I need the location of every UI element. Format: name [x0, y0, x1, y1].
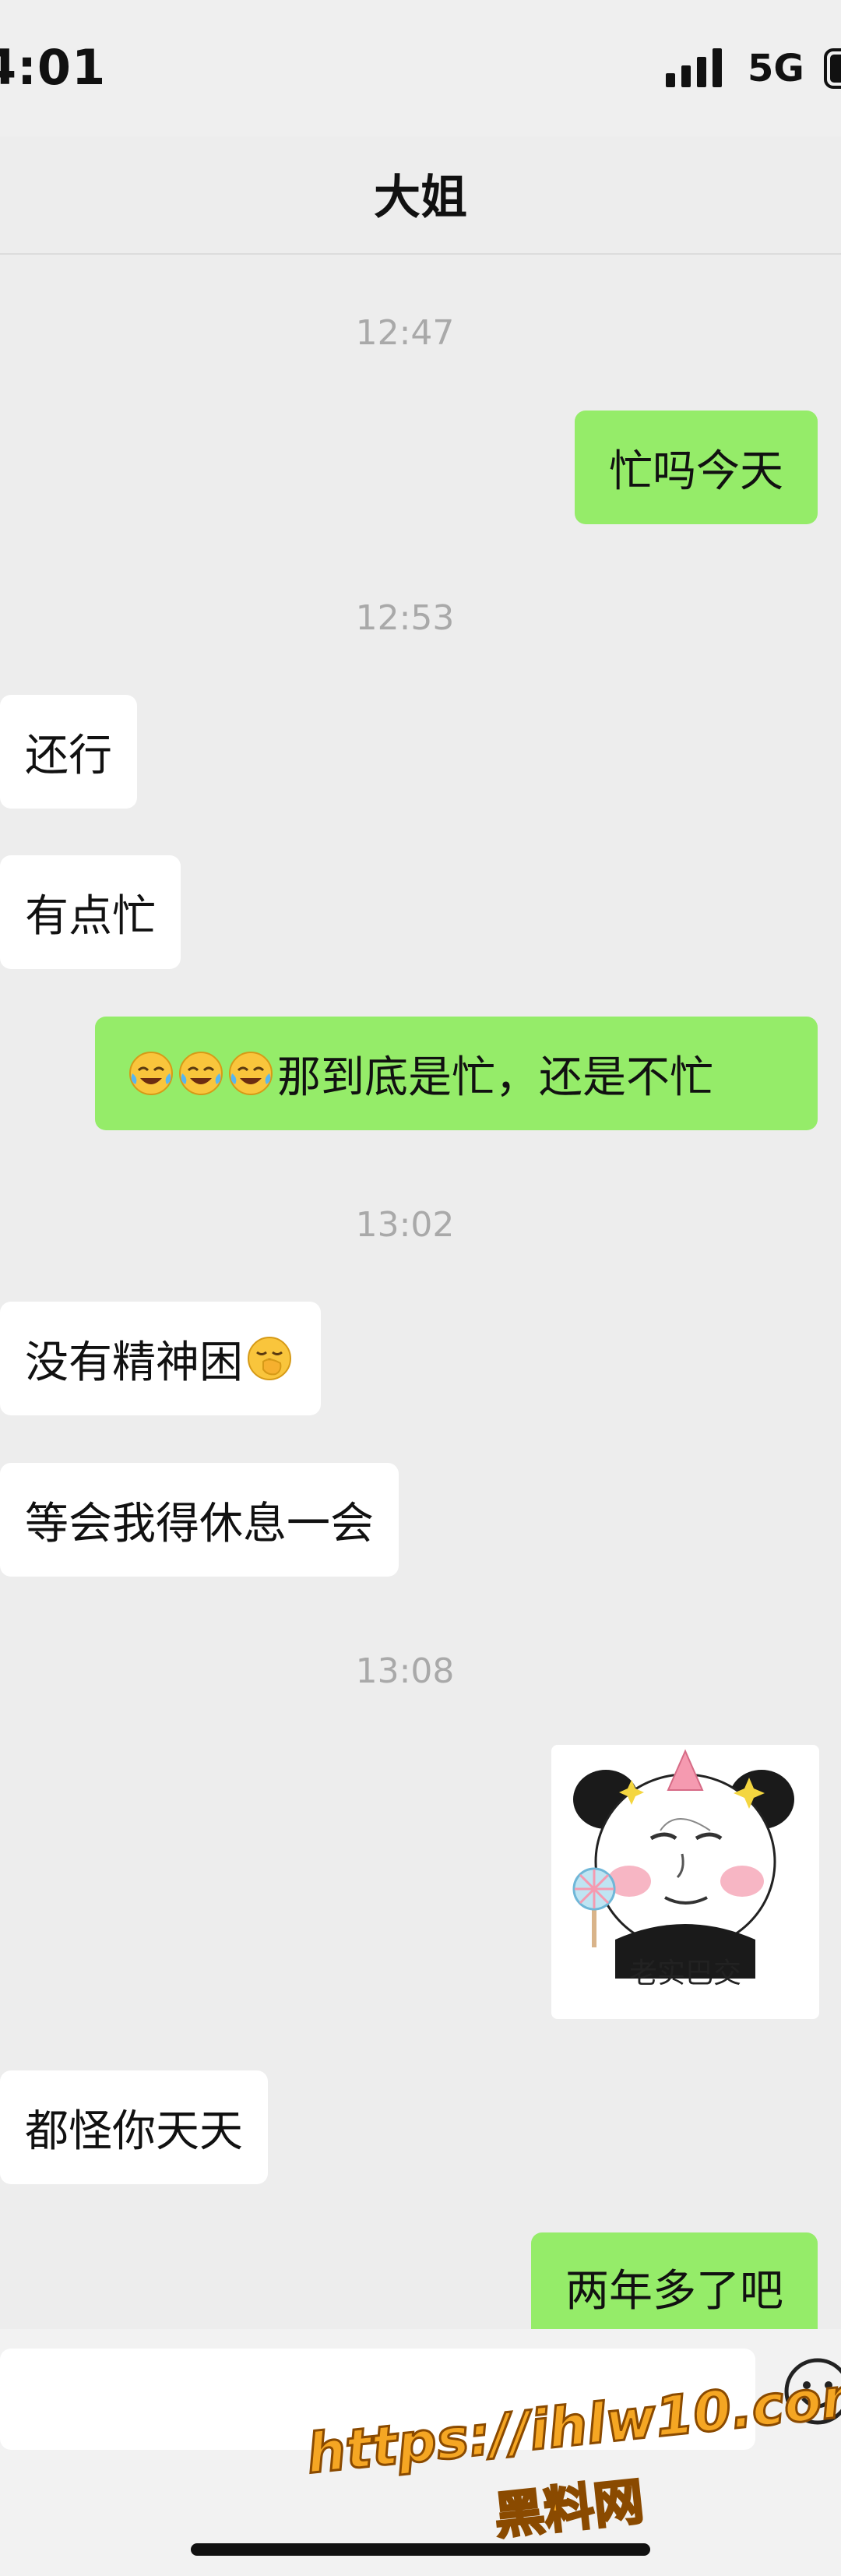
incoming-message[interactable]: 等会我得休息一会 [0, 1463, 399, 1577]
battery-icon [824, 48, 841, 89]
message-text: 有点忙 [25, 890, 156, 942]
message-text: 忙吗今天 [609, 446, 783, 497]
message-timestamp: 13:08 [355, 1651, 455, 1691]
outgoing-message[interactable]: 两年多了吧 [531, 2232, 818, 2342]
tears-of-joy-emoji [129, 1052, 173, 1095]
chat-screen: 4:01 5G 大姐 12:47 忙吗今天 12:53 还行 有点忙 [0, 0, 841, 2576]
incoming-message[interactable]: 有点忙 [0, 855, 181, 969]
message-text: 那到底是忙，还是不忙 [277, 1052, 713, 1103]
outgoing-message[interactable]: 那到底是忙，还是不忙 [95, 1017, 818, 1130]
message-text: 两年多了吧 [565, 2265, 783, 2317]
message-timestamp: 13:02 [355, 1205, 455, 1245]
incoming-message[interactable]: 都怪你天天 [0, 2070, 268, 2184]
tears-of-joy-emoji [179, 1052, 223, 1095]
home-indicator[interactable] [191, 2543, 650, 2556]
message-text: 没有精神困 [25, 1337, 243, 1388]
chat-title: 大姐 [374, 171, 467, 225]
signal-icon [666, 48, 722, 87]
yawning-face-emoji [248, 1337, 291, 1380]
tears-of-joy-emoji [229, 1052, 273, 1095]
message-text: 都怪你天天 [25, 2106, 243, 2157]
network-label: 5G [748, 47, 804, 90]
sticker-caption: 老实巴交 [628, 1958, 741, 1989]
panda-sticker-image [572, 1749, 794, 1979]
outgoing-message[interactable]: 忙吗今天 [575, 411, 818, 524]
message-text: 还行 [25, 730, 112, 781]
message-text: 等会我得休息一会 [25, 1498, 374, 1549]
status-bar: 4:01 5G [0, 0, 841, 136]
incoming-message[interactable]: 还行 [0, 695, 137, 809]
status-time: 4:01 [0, 39, 107, 96]
message-timestamp: 12:47 [355, 313, 455, 353]
nav-bar: 大姐 [0, 136, 841, 255]
incoming-message[interactable]: 没有精神困 [0, 1302, 321, 1415]
message-timestamp: 12:53 [355, 598, 455, 638]
sticker-message[interactable]: 老实巴交 [551, 1745, 819, 2019]
